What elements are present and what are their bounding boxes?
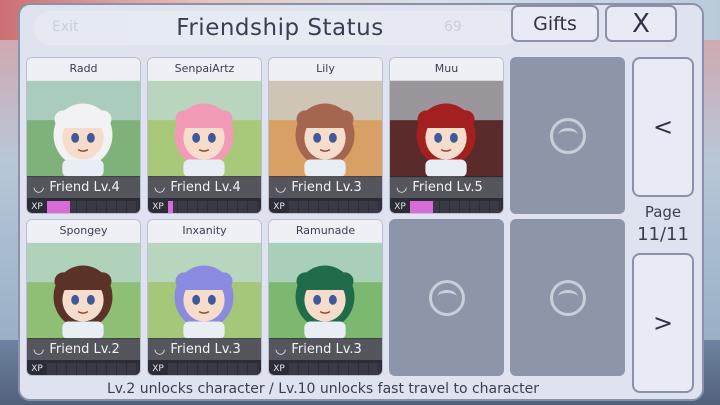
xp-bar: XP — [390, 198, 503, 213]
character-portrait — [27, 242, 140, 340]
character-portrait — [390, 80, 503, 178]
friend-card[interactable]: Muu ◡ Friend Lv.5 XP — [389, 57, 504, 214]
xp-label: XP — [273, 363, 285, 374]
friend-card[interactable]: Inxanity ◡ Friend Lv.3 XP — [147, 219, 262, 376]
smile-icon: ◡ — [154, 341, 166, 357]
xp-bar: XP — [269, 360, 382, 375]
empty-slot — [389, 219, 504, 376]
friend-name: Muu — [390, 58, 503, 80]
friend-level-text: Friend Lv.5 — [412, 179, 483, 195]
smile-icon: ◡ — [33, 179, 45, 195]
character-portrait — [269, 80, 382, 178]
character-portrait — [269, 242, 382, 340]
friend-name: Ramunade — [269, 220, 382, 242]
friend-level: ◡ Friend Lv.3 — [148, 338, 261, 360]
xp-fill — [47, 200, 70, 213]
friend-card[interactable]: Spongey ◡ Friend Lv.2 XP — [26, 219, 141, 376]
xp-bar: XP — [27, 360, 140, 375]
smile-icon: ◡ — [396, 179, 408, 195]
xp-fill — [168, 200, 173, 213]
friend-name: Radd — [27, 58, 140, 80]
page-number: 11/11 — [637, 224, 689, 245]
friend-card[interactable]: Lily ◡ Friend Lv.3 XP — [268, 57, 383, 214]
prev-page-button[interactable]: < — [632, 57, 694, 197]
empty-slot — [510, 219, 625, 376]
friend-level-text: Friend Lv.2 — [49, 341, 120, 357]
xp-label: XP — [31, 363, 43, 374]
chevron-left-icon: < — [652, 113, 674, 141]
page-label: Page — [644, 203, 682, 221]
xp-bar: XP — [148, 360, 261, 375]
xp-fill — [410, 200, 433, 213]
xp-bar: XP — [148, 198, 261, 213]
friend-level: ◡ Friend Lv.4 — [27, 176, 140, 198]
friend-name: SenpaiArtz — [148, 58, 261, 80]
friend-name: Lily — [269, 58, 382, 80]
xp-bar: XP — [269, 198, 382, 213]
friend-card[interactable]: Radd ◡ Friend Lv.4 XP — [26, 57, 141, 214]
ghost-count-label: 69 — [444, 19, 462, 35]
friend-name: Spongey — [27, 220, 140, 242]
smile-icon: ◡ — [33, 341, 45, 357]
friend-level-text: Friend Lv.3 — [170, 341, 241, 357]
next-page-button[interactable]: > — [632, 253, 694, 393]
gifts-button[interactable]: Gifts — [511, 5, 599, 42]
empty-slot-icon — [549, 117, 586, 154]
close-button[interactable]: X — [605, 5, 677, 42]
xp-bar: XP — [27, 198, 140, 213]
friend-level: ◡ Friend Lv.5 — [390, 176, 503, 198]
xp-track — [168, 200, 259, 213]
empty-slot — [510, 57, 625, 214]
xp-track — [410, 200, 501, 213]
xp-track — [47, 362, 138, 375]
xp-label: XP — [152, 363, 164, 374]
empty-slot-icon — [428, 279, 465, 316]
friend-level-text: Friend Lv.3 — [291, 341, 362, 357]
friend-name: Inxanity — [148, 220, 261, 242]
empty-slot-icon — [549, 279, 586, 316]
friend-level-text: Friend Lv.3 — [291, 179, 362, 195]
friend-card[interactable]: SenpaiArtz ◡ Friend Lv.4 XP — [147, 57, 262, 214]
ghost-exit-label: Exit — [52, 19, 79, 35]
xp-track — [168, 362, 259, 375]
friend-level: ◡ Friend Lv.3 — [269, 176, 382, 198]
friend-level: ◡ Friend Lv.3 — [269, 338, 382, 360]
page-title: Friendship Status — [176, 15, 384, 41]
friend-level: ◡ Friend Lv.4 — [148, 176, 261, 198]
xp-label: XP — [394, 201, 406, 212]
character-portrait — [148, 80, 261, 178]
smile-icon: ◡ — [275, 341, 287, 357]
friend-card[interactable]: Ramunade ◡ Friend Lv.3 XP — [268, 219, 383, 376]
chevron-right-icon: > — [652, 309, 674, 337]
xp-label: XP — [31, 201, 43, 212]
xp-label: XP — [152, 201, 164, 212]
character-portrait — [27, 80, 140, 178]
xp-label: XP — [273, 201, 285, 212]
smile-icon: ◡ — [275, 179, 287, 195]
xp-track — [289, 362, 380, 375]
friend-level-text: Friend Lv.4 — [49, 179, 120, 195]
smile-icon: ◡ — [154, 179, 166, 195]
unlock-hint: Lv.2 unlocks character / Lv.10 unlocks f… — [106, 381, 540, 397]
xp-track — [47, 200, 138, 213]
character-portrait — [148, 242, 261, 340]
friend-level-text: Friend Lv.4 — [170, 179, 241, 195]
xp-track — [289, 200, 380, 213]
friend-level: ◡ Friend Lv.2 — [27, 338, 140, 360]
